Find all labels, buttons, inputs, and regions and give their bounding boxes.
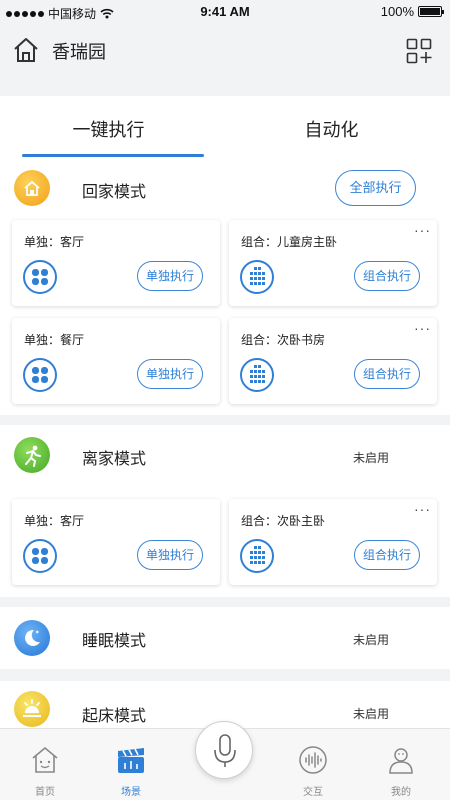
microphone-icon	[214, 734, 236, 767]
more-icon[interactable]: ···	[414, 501, 431, 517]
scene-away: 离家模式 未启用 单独：客厅 单独执行 组合：次卧主卧 ··· 组合执行	[0, 425, 450, 597]
tab-interaction[interactable]: 交互	[268, 729, 358, 800]
card-label: 单独：客厅	[24, 514, 85, 528]
tab-one-click[interactable]: 一键执行	[0, 116, 221, 142]
execute-single-button[interactable]: 单独执行	[137, 359, 203, 389]
tab-label: 我的	[391, 787, 411, 798]
tab-label: 首页	[35, 787, 55, 798]
more-icon[interactable]: ···	[414, 320, 431, 336]
house-face-icon	[32, 746, 58, 773]
battery: 100%	[380, 4, 444, 19]
execute-single-button[interactable]: 单独执行	[137, 261, 203, 291]
device-card[interactable]: 组合：儿童房主卧 ··· 组合执行	[229, 220, 437, 306]
scene-home: 回家模式 全部执行 单独：客厅 单独执行 组合：儿童房主卧 ··· 组合执行 单…	[0, 158, 450, 415]
battery-percent: 100%	[380, 4, 414, 19]
device-card[interactable]: 单独：客厅 单独执行	[12, 499, 220, 585]
active-tab-indicator	[22, 154, 204, 157]
card-label: 组合：次卧主卧	[241, 514, 326, 528]
execute-group-button[interactable]: 组合执行	[354, 359, 420, 389]
dot-grid-icon	[240, 260, 274, 294]
grid-add-icon[interactable]	[406, 38, 432, 64]
four-petal-icon	[23, 358, 57, 392]
page-title[interactable]: 香瑞园	[52, 38, 106, 64]
tab-scenes[interactable]: 场景	[86, 729, 176, 800]
tab-home[interactable]: 首页	[0, 729, 90, 800]
device-card[interactable]: 单独：餐厅 单独执行	[12, 318, 220, 404]
card-label: 组合：次卧书房	[241, 333, 326, 347]
scene-status[interactable]: 未启用	[353, 449, 389, 466]
tab-label: 交互	[303, 787, 323, 798]
microphone-button[interactable]	[195, 721, 253, 779]
scene-name: 回家模式	[82, 184, 147, 201]
scene-name: 睡眠模式	[82, 633, 147, 650]
away-scene-icon	[14, 437, 50, 473]
execute-group-button[interactable]: 组合执行	[354, 261, 420, 291]
card-label: 组合：儿童房主卧	[241, 235, 338, 249]
status-bar: 中国移动 9:41 AM 100%	[0, 0, 450, 24]
device-card[interactable]: 单独：客厅 单独执行	[12, 220, 220, 306]
tab-label: 场景	[121, 787, 141, 798]
tab-profile[interactable]: 我的	[356, 729, 446, 800]
device-card[interactable]: 组合：次卧书房 ··· 组合执行	[229, 318, 437, 404]
scene-sleep: 睡眠模式 未启用	[0, 607, 450, 669]
execute-group-button[interactable]: 组合执行	[354, 540, 420, 570]
scene-name: 起床模式	[82, 708, 147, 725]
home-scene-icon	[14, 170, 50, 206]
home-icon[interactable]	[12, 36, 40, 64]
four-petal-icon	[23, 260, 57, 294]
dot-grid-icon	[240, 358, 274, 392]
execute-all-button[interactable]: 全部执行	[335, 170, 416, 206]
scene-status[interactable]: 未启用	[353, 631, 389, 648]
header: 香瑞园	[0, 24, 450, 96]
tab-bar-top: 一键执行 自动化	[0, 96, 450, 158]
card-label: 单独：客厅	[24, 235, 85, 249]
tab-automation[interactable]: 自动化	[219, 116, 444, 142]
scene-name: 离家模式	[82, 451, 147, 468]
battery-icon	[418, 6, 444, 17]
scene-status[interactable]: 未启用	[353, 705, 389, 722]
sound-wave-icon	[299, 746, 327, 774]
clapperboard-icon	[118, 748, 144, 773]
sleep-scene-icon	[14, 620, 50, 656]
wake-scene-icon	[14, 691, 50, 727]
four-petal-icon	[23, 539, 57, 573]
execute-single-button[interactable]: 单独执行	[137, 540, 203, 570]
more-icon[interactable]: ···	[414, 222, 431, 238]
user-icon	[389, 748, 413, 774]
card-label: 单独：餐厅	[24, 333, 85, 347]
dot-grid-icon	[240, 539, 274, 573]
device-card[interactable]: 组合：次卧主卧 ··· 组合执行	[229, 499, 437, 585]
